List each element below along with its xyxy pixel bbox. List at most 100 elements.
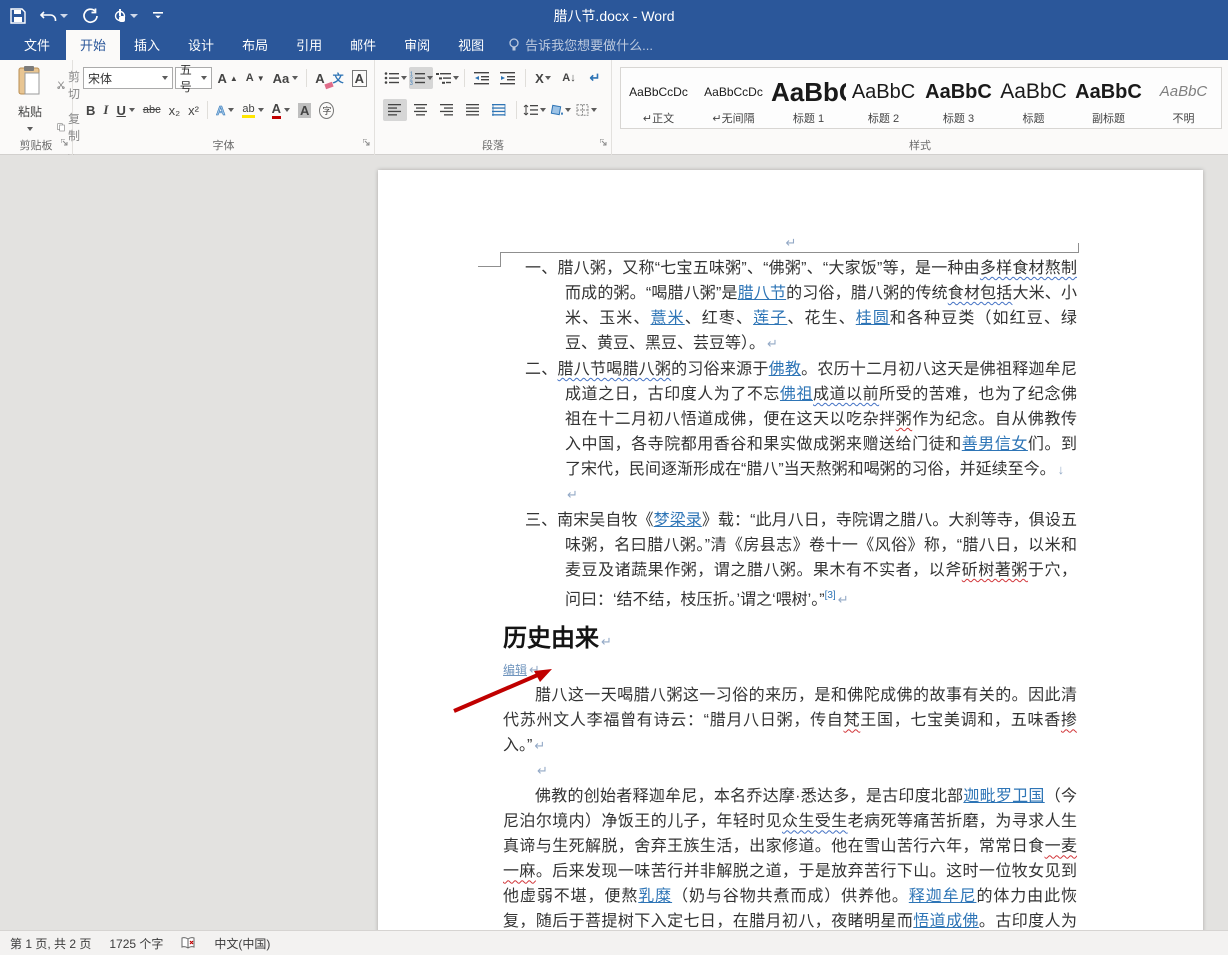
change-case-button[interactable]: Aa bbox=[270, 69, 302, 88]
hyperlink[interactable]: 莲子 bbox=[753, 310, 787, 327]
redo-button[interactable] bbox=[82, 8, 98, 24]
tell-me-box[interactable]: 告诉我您想要做什么... bbox=[498, 30, 663, 60]
font-dialog-launcher[interactable] bbox=[362, 134, 371, 152]
style-item-标题 2[interactable]: AaBbC 标题 2 bbox=[846, 68, 921, 128]
language-status[interactable]: 中文(中国) bbox=[214, 935, 270, 952]
enclose-characters-button[interactable]: 字 bbox=[316, 100, 337, 121]
text-run: 掺 bbox=[1060, 712, 1077, 730]
asian-layout-button[interactable]: X bbox=[531, 67, 555, 89]
bold-button[interactable]: B bbox=[83, 101, 98, 120]
hyperlink[interactable]: 善男信女 bbox=[962, 436, 1028, 453]
paste-button[interactable]: 粘贴 bbox=[8, 66, 52, 138]
subscript-button[interactable]: x₂ bbox=[166, 101, 184, 120]
decrease-indent-button[interactable] bbox=[470, 67, 494, 89]
text-run: 佛教的创始者释迦牟尼，本名乔达摩·悉达多，是古印度北部 bbox=[535, 788, 964, 806]
paragraph-mark: ↵ bbox=[567, 487, 578, 502]
character-border-button[interactable]: A bbox=[349, 68, 370, 89]
touch-mode-button[interactable] bbox=[112, 8, 138, 24]
proofing-status[interactable] bbox=[181, 937, 196, 949]
highlight-color-button[interactable]: ab bbox=[239, 101, 266, 120]
distribute-button[interactable] bbox=[487, 99, 511, 121]
page-number-status[interactable]: 第 1 页, 共 2 页 bbox=[10, 935, 91, 952]
paste-dropdown-caret[interactable] bbox=[27, 126, 33, 131]
clipboard-dialog-launcher[interactable] bbox=[60, 134, 69, 152]
bullets-button[interactable] bbox=[383, 67, 407, 89]
hyperlink[interactable]: 梦梁录 bbox=[654, 512, 702, 529]
text-run: 入。” bbox=[503, 737, 533, 755]
font-size-combobox[interactable]: 五号 bbox=[174, 63, 213, 94]
undo-button[interactable] bbox=[40, 9, 68, 23]
tab-邮件[interactable]: 邮件 bbox=[336, 30, 390, 60]
multilevel-list-button[interactable] bbox=[435, 67, 459, 89]
style-name: 副标题 bbox=[1092, 113, 1125, 125]
title-bar: 腊八节.docx - Word bbox=[0, 0, 1228, 32]
hyperlink[interactable]: 佛教 bbox=[769, 361, 801, 378]
increase-indent-button[interactable] bbox=[496, 67, 520, 89]
font-name-combobox[interactable]: 宋体 bbox=[83, 67, 173, 89]
character-shading-button[interactable]: A bbox=[295, 101, 314, 120]
tab-文件[interactable]: 文件 bbox=[8, 30, 66, 60]
document-page[interactable]: ↵ 一、腊八粥，又称“七宝五味粥”、“佛粥”、“大家饭”等，是一种由多样食材熬制… bbox=[378, 170, 1203, 930]
hyperlink[interactable]: 迦毗罗卫国 bbox=[963, 788, 1044, 805]
style-item-副标题[interactable]: AaBbC 副标题 bbox=[1071, 68, 1146, 128]
ribbon-tab-row: 文件 开始 插入 设计 布局 引用 邮件 审阅 视图 告诉我您想要做什么... bbox=[0, 30, 1228, 60]
style-name: ↵正文 bbox=[642, 113, 675, 125]
justify-button[interactable] bbox=[461, 99, 485, 121]
clipboard-icon bbox=[18, 66, 40, 95]
clear-formatting-button[interactable]: A bbox=[312, 69, 334, 89]
style-item-标题 3[interactable]: AaBbC 标题 3 bbox=[921, 68, 996, 128]
style-item-无间隔[interactable]: AaBbCcDc ↵无间隔 bbox=[696, 68, 771, 128]
style-item-不明[interactable]: AaBbC 不明 bbox=[1146, 68, 1221, 128]
italic-button[interactable]: I bbox=[100, 100, 111, 120]
style-preview: AaBbC bbox=[1075, 81, 1142, 103]
superscript-button[interactable]: x² bbox=[185, 101, 202, 120]
numbering-button[interactable]: 123 bbox=[409, 67, 433, 89]
paragraph-dialog-launcher[interactable] bbox=[599, 134, 608, 152]
tab-设计[interactable]: 设计 bbox=[174, 30, 228, 60]
word-count-status[interactable]: 1725 个字 bbox=[109, 935, 163, 952]
tab-引用[interactable]: 引用 bbox=[282, 30, 336, 60]
line-spacing-button[interactable] bbox=[522, 99, 546, 121]
doc-paragraph: 腊八这一天喝腊八粥这一习俗的来历，是和佛陀成佛的故事有关的。因此清代苏州文人李福… bbox=[503, 683, 1077, 758]
shading-button[interactable] bbox=[548, 99, 572, 121]
hyperlink[interactable]: 释迦牟尼 bbox=[909, 888, 977, 905]
document-text[interactable]: ↵ 一、腊八粥，又称“七宝五味粥”、“佛粥”、“大家饭”等，是一种由多样食材熬制… bbox=[503, 230, 1077, 930]
hyperlink[interactable]: 乳糜 bbox=[638, 888, 672, 905]
tab-插入[interactable]: 插入 bbox=[120, 30, 174, 60]
hyperlink[interactable]: 悟道成佛 bbox=[913, 913, 979, 930]
tab-视图[interactable]: 视图 bbox=[444, 30, 498, 60]
align-center-button[interactable] bbox=[409, 99, 433, 121]
style-item-标题[interactable]: AaBbC 标题 bbox=[996, 68, 1071, 128]
shrink-font-button[interactable]: A ▼ bbox=[243, 70, 268, 86]
style-item-正文[interactable]: AaBbCcDc ↵正文 bbox=[621, 68, 696, 128]
proofing-book-icon bbox=[181, 937, 195, 949]
align-left-button[interactable] bbox=[383, 99, 407, 121]
hyperlink[interactable]: 桂圆 bbox=[856, 310, 890, 327]
save-icon[interactable] bbox=[10, 8, 26, 24]
text-run: 、红枣、 bbox=[684, 310, 754, 327]
strikethrough-button[interactable]: abc bbox=[140, 102, 164, 118]
font-color-button[interactable]: A bbox=[269, 99, 293, 121]
grow-font-button[interactable]: A ▲ bbox=[214, 69, 240, 88]
customize-qat-button[interactable] bbox=[152, 10, 164, 22]
text-run: 的习俗，腊八粥的传统 bbox=[786, 285, 948, 302]
sort-button[interactable]: A↓ bbox=[557, 67, 581, 89]
borders-button[interactable] bbox=[574, 99, 598, 121]
show-hide-marks-button[interactable]: ↵ bbox=[583, 67, 607, 89]
paste-label: 粘贴 bbox=[17, 105, 42, 119]
tab-审阅[interactable]: 审阅 bbox=[390, 30, 444, 60]
style-name: 不明 bbox=[1172, 113, 1195, 125]
style-item-标题 1[interactable]: AaBbC 标题 1 bbox=[771, 68, 846, 128]
hyperlink[interactable]: 编辑 bbox=[503, 663, 527, 677]
hyperlink[interactable]: 薏米 bbox=[651, 310, 685, 327]
tab-开始[interactable]: 开始 bbox=[66, 30, 121, 60]
align-right-button[interactable] bbox=[435, 99, 459, 121]
hyperlink[interactable]: 佛祖 bbox=[780, 386, 813, 403]
hyperlink[interactable]: 腊八节 bbox=[738, 285, 787, 302]
text-run: 腊八节喝腊八粥 bbox=[557, 361, 672, 378]
underline-button[interactable]: U bbox=[113, 101, 137, 120]
text-effects-button[interactable]: A bbox=[213, 101, 237, 120]
doc-paragraph: 编辑 ↵ bbox=[503, 661, 1077, 679]
tab-布局[interactable]: 布局 bbox=[228, 30, 282, 60]
text-run: 食材包括 bbox=[947, 285, 1013, 302]
